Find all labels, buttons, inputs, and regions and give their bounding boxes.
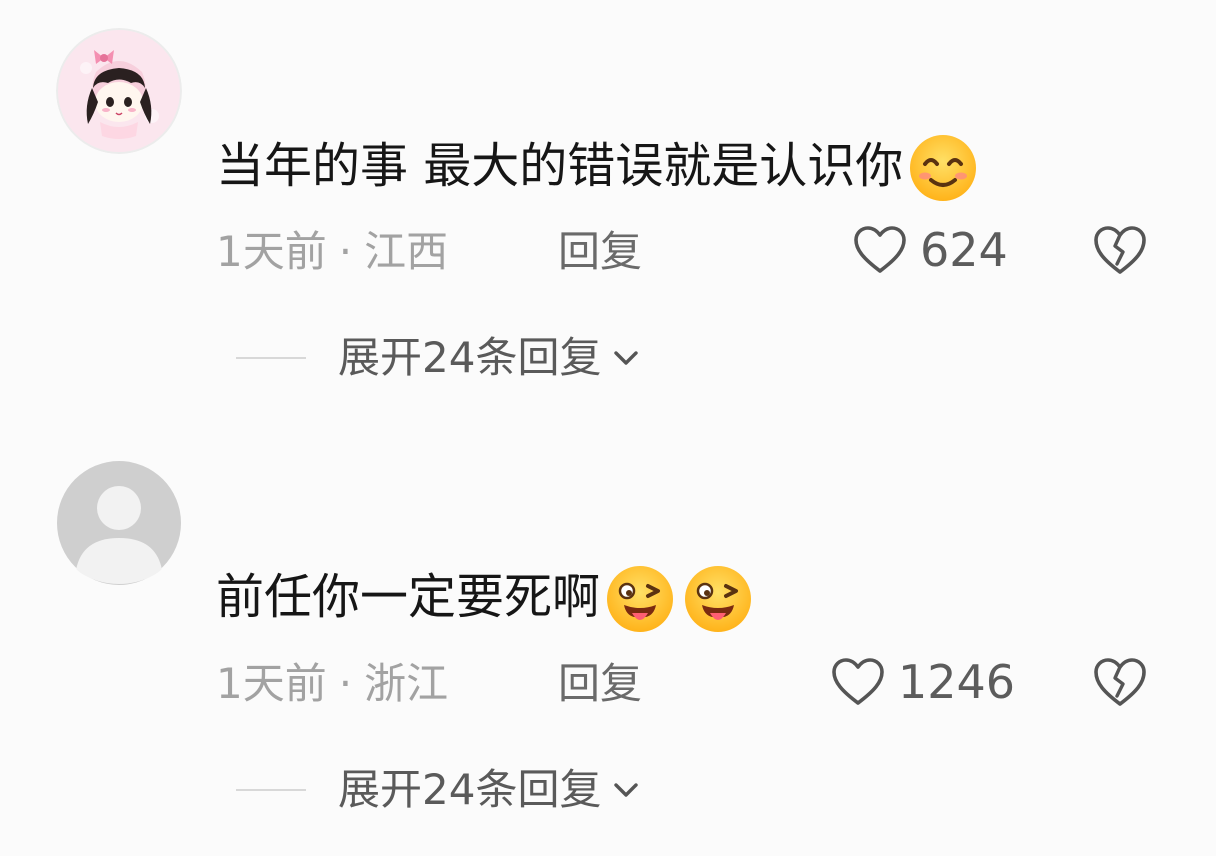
like-button[interactable]: 1246 [830,654,1015,710]
avatar[interactable] [56,460,182,586]
comment-text: 当年的事 最大的错误就是认识你 [216,128,981,204]
comment-location: 江西 [364,227,449,276]
expand-replies-label: 展开24条回复 [338,333,602,382]
winking-tongue-face-icon [602,559,678,635]
comment-text-content: 当年的事 最大的错误就是认识你 [216,138,904,194]
winking-tongue-face-icon [680,559,756,635]
anime-girl-avatar-icon [56,28,182,154]
like-button[interactable]: 624 [852,222,1008,278]
expand-replies-button[interactable]: 展开24条回复 [236,764,643,816]
default-user-avatar-icon [57,461,181,585]
expand-replies-button[interactable]: 展开24条回复 [236,332,643,384]
chevron-down-icon [609,773,643,807]
reply-button[interactable]: 回复 [558,658,642,710]
separator-dot: · [338,659,353,708]
heart-outline-icon [854,226,906,273]
comment-time: 1天前 [216,227,327,276]
heart-outline-icon [832,658,884,705]
divider-line [236,357,306,359]
like-count: 1246 [898,655,1016,709]
comment-text-content: 前任你一定要死啊 [216,569,601,625]
broken-heart-icon [1094,658,1146,706]
comment-location: 浙江 [364,659,449,708]
broken-heart-icon [1094,226,1146,274]
comment-meta: 1天前 · 江西 [216,226,448,278]
comment-meta: 1天前 · 浙江 [216,658,448,710]
reply-button[interactable]: 回复 [558,226,642,278]
expand-replies-label: 展开24条回复 [338,765,602,814]
smiling-face-icon [905,128,981,204]
dislike-button[interactable] [1090,654,1150,710]
separator-dot: · [338,227,353,276]
comment-time: 1天前 [216,659,327,708]
chevron-down-icon [609,341,643,375]
comment-text: 前任你一定要死啊 [216,559,756,635]
avatar[interactable] [56,28,182,154]
dislike-button[interactable] [1090,222,1150,278]
divider-line [236,789,306,791]
like-count: 624 [920,223,1008,277]
